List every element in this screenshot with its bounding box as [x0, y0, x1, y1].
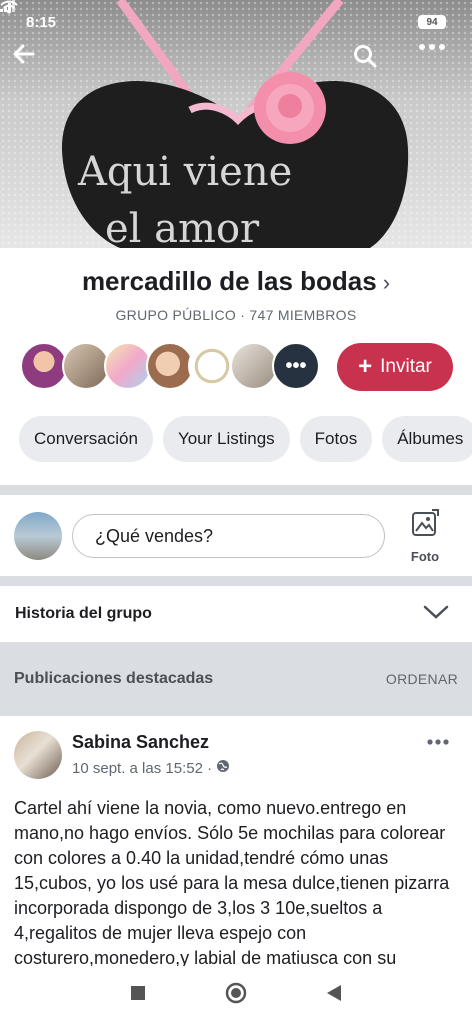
more-members-avatar[interactable]: ••• [272, 342, 320, 390]
more-members-icon: ••• [285, 354, 307, 377]
group-tabs: Conversación Your Listings Fotos Álbumes [19, 416, 472, 462]
group-screen: { "status_bar": { "time": "8:15", "batte… [0, 0, 472, 1024]
recents-icon[interactable] [130, 985, 146, 1006]
chalk-text-line2: el amor [105, 206, 260, 248]
photo-icon [410, 509, 440, 542]
member-avatar[interactable] [146, 342, 194, 390]
featured-posts-header: Publicaciones destacadas ORDENAR [0, 642, 472, 716]
composer-input[interactable]: ¿Qué vendes? [72, 514, 385, 558]
history-label: Historia del grupo [15, 605, 152, 622]
post-author[interactable]: Sabina Sanchez [72, 732, 209, 753]
post-text: Cartel ahí viene la novia, como nuevo.en… [14, 798, 450, 966]
group-name[interactable]: mercadillo de las bodas › [0, 266, 472, 297]
home-icon[interactable] [225, 982, 247, 1009]
chalk-text-line1: Aqui viene [77, 149, 292, 195]
group-subtitle: GRUPO PÚBLICO · 747 MIEMBROS [115, 307, 357, 323]
member-avatar[interactable] [62, 342, 110, 390]
group-name-text: mercadillo de las bodas [81, 266, 377, 296]
invite-button[interactable]: + Invitar [337, 343, 453, 391]
section-divider [0, 485, 472, 495]
featured-label: Publicaciones destacadas [14, 670, 214, 687]
member-avatars[interactable]: ••• [20, 342, 320, 392]
status-time: 8:15 [26, 13, 57, 31]
post-meta: 10 sept. a las 15:52 · [72, 759, 230, 777]
photo-label: Foto [410, 549, 440, 564]
post-timestamp[interactable]: 10 sept. a las 15:52 · [72, 760, 212, 777]
search-button[interactable] [353, 44, 393, 84]
member-avatar[interactable] [188, 342, 236, 390]
post-more-button[interactable] [420, 728, 456, 754]
globe-icon [216, 759, 230, 777]
chevron-right-icon: › [382, 270, 391, 295]
cover-photo[interactable]: Aqui viene el amor 8:15 94 [0, 0, 472, 248]
tab-albumes[interactable]: Álbumes [382, 416, 472, 462]
photo-button[interactable]: Foto [400, 508, 450, 564]
plus-icon: + [358, 353, 373, 380]
tab-your-listings[interactable]: Your Listings [162, 416, 290, 462]
status-bar: 8:15 94 [0, 0, 472, 44]
android-nav-bar [0, 966, 472, 1024]
user-avatar[interactable] [14, 512, 62, 560]
more-options-button[interactable] [419, 44, 459, 84]
back-button[interactable] [13, 44, 53, 84]
back-nav-icon[interactable] [326, 984, 342, 1007]
invite-label: Invitar [380, 356, 432, 377]
member-avatar[interactable] [104, 342, 152, 390]
order-button[interactable]: ORDENAR [386, 671, 458, 687]
post-author-avatar[interactable] [14, 731, 62, 779]
member-avatar[interactable] [20, 342, 68, 390]
battery-icon: 94 [418, 15, 446, 29]
section-divider [0, 576, 472, 586]
tab-conversacion[interactable]: Conversación [19, 416, 153, 462]
group-history-row[interactable]: Historia del grupo [0, 588, 472, 640]
tab-fotos[interactable]: Fotos [299, 416, 373, 462]
more-icon [427, 732, 449, 750]
member-avatar[interactable] [230, 342, 278, 390]
chevron-down-icon [423, 604, 449, 625]
